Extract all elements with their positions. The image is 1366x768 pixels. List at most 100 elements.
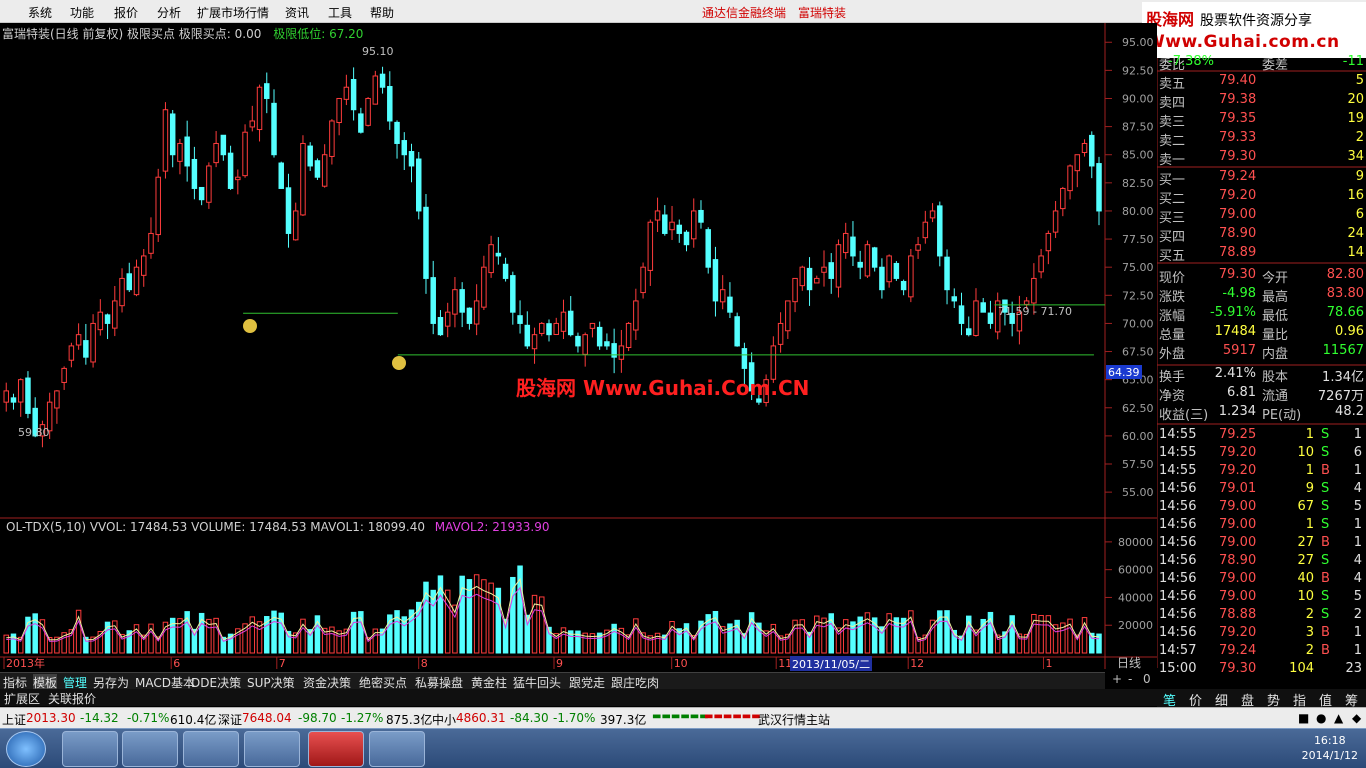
- price-axis-label: 85.00: [1122, 149, 1154, 162]
- status-icon[interactable]: ●: [1316, 711, 1326, 725]
- candle: [806, 267, 813, 291]
- price-axis-label: 67.50: [1122, 346, 1154, 359]
- quote-dividers: [1157, 58, 1366, 668]
- candle: [256, 86, 263, 131]
- candle: [777, 322, 784, 345]
- candle: [416, 158, 422, 212]
- kline-chart[interactable]: 95.00 92.50 90.00 87.50 85.00 82.50 80.00 77.50…: [0, 23, 1157, 707]
- menu-function[interactable]: 功能: [70, 4, 94, 21]
- candle: [1067, 165, 1073, 192]
- menu-tools[interactable]: 工具: [328, 4, 352, 21]
- chat-taskbar-button[interactable]: [369, 731, 425, 767]
- related-quote-tab[interactable]: 关联报价: [48, 690, 96, 707]
- period-label[interactable]: 日线: [1117, 656, 1141, 670]
- clock[interactable]: 16:18 2014/1/12: [1302, 733, 1358, 763]
- menu-system[interactable]: 系统: [28, 4, 52, 21]
- tdx-taskbar-button[interactable]: [308, 731, 364, 767]
- quote-side-tabs: 笔价细盘势指值筹: [1157, 689, 1366, 709]
- menu-extended-market[interactable]: 扩展市场行情: [197, 4, 269, 21]
- candle: [141, 255, 147, 276]
- candle: [915, 244, 921, 251]
- candle: [618, 345, 625, 360]
- candle: [633, 300, 639, 331]
- candle: [379, 73, 386, 88]
- volume-axis-label: 40000: [1118, 591, 1153, 604]
- candle: [329, 120, 335, 157]
- candle: [184, 136, 190, 167]
- candle: [423, 206, 429, 279]
- candle: [1038, 255, 1044, 273]
- status-icon[interactable]: ◆: [1352, 711, 1361, 725]
- candle: [864, 244, 871, 277]
- candle: [850, 236, 856, 257]
- candle: [68, 345, 75, 361]
- candle: [25, 377, 31, 414]
- volume-axis-label: 20000: [1118, 619, 1153, 632]
- qq-taskbar-button[interactable]: [183, 731, 239, 767]
- menu-analysis[interactable]: 分析: [157, 4, 181, 21]
- candle: [336, 97, 342, 124]
- candle: [842, 232, 849, 254]
- candle: [155, 176, 161, 236]
- zoom-in-button[interactable]: +: [1112, 672, 1122, 686]
- high-price-label: 95.10: [362, 45, 394, 58]
- price-axis-label: 95.00: [1122, 36, 1154, 49]
- zoom-out-button[interactable]: -: [1128, 672, 1132, 686]
- candle: [908, 255, 914, 298]
- ext-area-tab[interactable]: 扩展区: [4, 690, 40, 707]
- candle: [133, 266, 140, 296]
- server-station[interactable]: 武汉行情主站: [758, 711, 830, 728]
- candle: [481, 266, 487, 308]
- candle: [220, 134, 227, 156]
- candle: [408, 151, 415, 167]
- candle: [625, 322, 632, 348]
- candle: [973, 300, 979, 337]
- candle: [589, 322, 596, 329]
- candle: [712, 259, 719, 302]
- reset-zoom-button[interactable]: 0: [1143, 672, 1151, 686]
- candle: [1023, 300, 1030, 305]
- start-button[interactable]: [6, 731, 46, 767]
- candle: [698, 209, 704, 223]
- price-axis-label: 70.00: [1122, 317, 1154, 330]
- candle: [662, 214, 668, 234]
- candle: [97, 311, 104, 331]
- candle: [242, 131, 248, 177]
- candle: [524, 324, 531, 347]
- candle: [966, 328, 972, 336]
- x-axis-label: 8: [421, 657, 428, 670]
- clock-time: 16:18: [1313, 734, 1346, 747]
- candle: [358, 113, 364, 133]
- price-axis-label: 90.00: [1122, 92, 1154, 105]
- refresh-app-taskbar-button[interactable]: [122, 731, 178, 767]
- price-axis-label: 57.50: [1122, 458, 1154, 471]
- candle: [1081, 142, 1088, 154]
- candle: [75, 334, 82, 346]
- chart-title: 富瑞特装(日线 前复权) 极限买点 极限买点: 0.00: [2, 27, 262, 41]
- status-icon[interactable]: ▲: [1334, 711, 1343, 725]
- low-price-label: 59.80: [18, 426, 50, 439]
- candle: [857, 261, 863, 268]
- candle: [958, 305, 965, 324]
- candle: [466, 307, 473, 324]
- range-label: 71.59 - 71.70: [998, 305, 1072, 318]
- candle: [300, 142, 306, 216]
- candle: [1089, 134, 1095, 167]
- sme-index-label: 中小: [432, 713, 457, 727]
- candle: [799, 266, 806, 287]
- candle: [546, 323, 552, 336]
- candle: [922, 221, 929, 239]
- sz-index-pct: -1.27%: [341, 711, 384, 725]
- candle: [90, 322, 96, 363]
- candle: [1045, 232, 1052, 252]
- pplive-taskbar-button[interactable]: [244, 731, 300, 767]
- candle: [582, 334, 588, 355]
- explorer-taskbar-button[interactable]: [62, 731, 118, 767]
- price-axis-label: 80.00: [1122, 205, 1154, 218]
- menu-news[interactable]: 资讯: [285, 4, 309, 21]
- status-icon[interactable]: ■: [1298, 711, 1309, 725]
- menu-quote[interactable]: 报价: [114, 4, 138, 21]
- indicator-tabs: 指标 模板 管理 另存为 MACD基本 DDE决策 SUP决策 资金决策 绝密买点 私募操盘 黄金柱…: [0, 672, 1105, 691]
- menu-help[interactable]: 帮助: [370, 4, 394, 21]
- candle: [821, 266, 827, 273]
